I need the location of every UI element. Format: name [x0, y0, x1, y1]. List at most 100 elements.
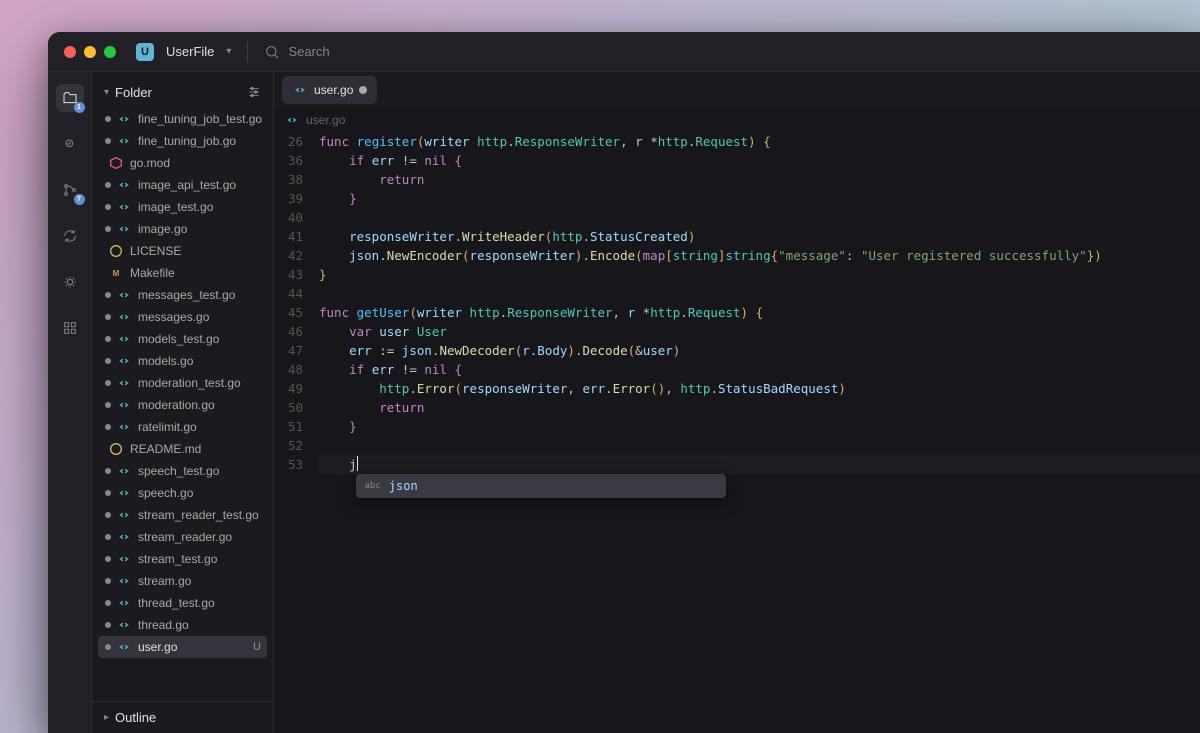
code-content[interactable]: var user User — [319, 322, 447, 341]
file-item[interactable]: stream_test.go — [98, 548, 267, 570]
code-line[interactable]: 45func getUser(writer http.ResponseWrite… — [274, 303, 1200, 322]
settings-icon[interactable] — [247, 85, 261, 99]
code-line[interactable]: 48 if err != nil { — [274, 360, 1200, 379]
file-item[interactable]: thread.go — [98, 614, 267, 636]
code-editor[interactable]: 26func register(writer http.ResponseWrit… — [274, 132, 1200, 733]
search-placeholder: Search — [288, 44, 329, 59]
status-dot-icon — [105, 424, 111, 430]
code-line[interactable]: 49 http.Error(responseWriter, err.Error(… — [274, 379, 1200, 398]
file-item[interactable]: image.go — [98, 218, 267, 240]
breadcrumb[interactable]: user.go — [274, 108, 1200, 132]
status-dot-icon — [105, 534, 111, 540]
file-item[interactable]: stream.go — [98, 570, 267, 592]
file-item[interactable]: MMakefile — [98, 262, 267, 284]
file-item[interactable]: models.go — [98, 350, 267, 372]
file-item[interactable]: messages.go — [98, 306, 267, 328]
go-icon — [116, 596, 132, 610]
code-line[interactable]: 40 — [274, 208, 1200, 227]
extensions-icon[interactable] — [56, 314, 84, 342]
go-icon — [116, 486, 132, 500]
status-dot-icon — [105, 402, 111, 408]
file-item[interactable]: go.mod — [98, 152, 267, 174]
file-item[interactable]: speech_test.go — [98, 460, 267, 482]
code-line[interactable]: 26func register(writer http.ResponseWrit… — [274, 132, 1200, 151]
code-content[interactable]: return — [319, 398, 424, 417]
code-content[interactable]: } — [319, 189, 357, 208]
file-item[interactable]: README.md — [98, 438, 267, 460]
minimize-window-icon[interactable] — [84, 46, 96, 58]
code-line[interactable]: 44 — [274, 284, 1200, 303]
debug-icon[interactable] — [56, 268, 84, 296]
code-line[interactable]: 43} — [274, 265, 1200, 284]
code-line[interactable]: 46 var user User — [274, 322, 1200, 341]
file-item[interactable]: image_test.go — [98, 196, 267, 218]
code-line[interactable]: 47 err := json.NewDecoder(r.Body).Decode… — [274, 341, 1200, 360]
file-label: image.go — [138, 222, 187, 236]
file-item[interactable]: messages_test.go — [98, 284, 267, 306]
code-content[interactable]: func register(writer http.ResponseWriter… — [319, 132, 771, 151]
status-dot-icon — [105, 138, 111, 144]
file-item[interactable]: ratelimit.go — [98, 416, 267, 438]
file-label: moderation.go — [138, 398, 215, 412]
code-content[interactable]: } — [319, 417, 357, 436]
code-content[interactable]: if err != nil { — [319, 151, 462, 170]
code-content[interactable]: err := json.NewDecoder(r.Body).Decode(&u… — [319, 341, 680, 360]
scm-icon[interactable]: 7 — [56, 176, 84, 204]
file-item[interactable]: fine_tuning_job_test.go — [98, 108, 267, 130]
code-line[interactable]: 51 } — [274, 417, 1200, 436]
code-content[interactable]: return — [319, 170, 424, 189]
explorer-icon[interactable]: 1 — [56, 84, 84, 112]
file-label: ratelimit.go — [138, 420, 197, 434]
status-dot-icon — [105, 204, 111, 210]
file-item[interactable]: models_test.go — [98, 328, 267, 350]
line-number: 41 — [274, 227, 319, 246]
file-item[interactable]: LICENSE — [98, 240, 267, 262]
code-content[interactable]: responseWriter.WriteHeader(http.StatusCr… — [319, 227, 695, 246]
zoom-window-icon[interactable] — [104, 46, 116, 58]
code-content[interactable]: func getUser(writer http.ResponseWriter,… — [319, 303, 763, 322]
file-label: moderation_test.go — [138, 376, 241, 390]
code-content[interactable]: } — [319, 265, 327, 284]
code-line[interactable]: 41 responseWriter.WriteHeader(http.Statu… — [274, 227, 1200, 246]
code-line[interactable]: 53 j — [274, 455, 1200, 474]
chevron-right-icon: ▸ — [104, 712, 109, 723]
autocomplete-item[interactable]: abc json — [357, 475, 725, 497]
autocomplete-popup[interactable]: abc json — [356, 474, 726, 498]
tab-user-go[interactable]: user.go — [282, 76, 377, 104]
outline-header[interactable]: ▸ Outline — [92, 701, 273, 733]
code-line[interactable]: 50 return — [274, 398, 1200, 417]
file-item[interactable]: user.go U — [98, 636, 267, 658]
file-item[interactable]: image_api_test.go — [98, 174, 267, 196]
file-item[interactable]: stream_reader_test.go — [98, 504, 267, 526]
window-controls — [64, 46, 116, 58]
search-input[interactable]: Search — [264, 44, 329, 60]
file-item[interactable]: moderation.go — [98, 394, 267, 416]
refresh-icon[interactable] — [56, 222, 84, 250]
file-item[interactable]: fine_tuning_job.go — [98, 130, 267, 152]
go-icon — [292, 83, 308, 97]
code-content[interactable]: if err != nil { — [319, 360, 462, 379]
code-line[interactable]: 38 return — [274, 170, 1200, 189]
project-name[interactable]: UserFile — [166, 44, 214, 59]
file-item[interactable]: moderation_test.go — [98, 372, 267, 394]
file-badge: U — [253, 641, 261, 653]
code-line[interactable]: 52 — [274, 436, 1200, 455]
code-line[interactable]: 36 if err != nil { — [274, 151, 1200, 170]
file-label: user.go — [138, 640, 177, 654]
go-icon — [116, 354, 132, 368]
code-content[interactable]: j — [319, 455, 358, 474]
code-content[interactable]: http.Error(responseWriter, err.Error(), … — [319, 379, 846, 398]
code-line[interactable]: 42 json.NewEncoder(responseWriter).Encod… — [274, 246, 1200, 265]
search-nav-icon[interactable] — [56, 130, 84, 158]
go-icon — [116, 464, 132, 478]
file-item[interactable]: speech.go — [98, 482, 267, 504]
code-line[interactable]: 39 } — [274, 189, 1200, 208]
file-item[interactable]: thread_test.go — [98, 592, 267, 614]
file-item[interactable]: stream_reader.go — [98, 526, 267, 548]
chevron-down-icon[interactable]: ▾ — [226, 46, 231, 57]
code-content[interactable]: json.NewEncoder(responseWriter).Encode(m… — [319, 246, 1102, 265]
close-window-icon[interactable] — [64, 46, 76, 58]
status-dot-icon — [105, 116, 111, 122]
chevron-down-icon: ▾ — [104, 87, 109, 98]
folder-header[interactable]: ▾ Folder — [92, 76, 273, 108]
